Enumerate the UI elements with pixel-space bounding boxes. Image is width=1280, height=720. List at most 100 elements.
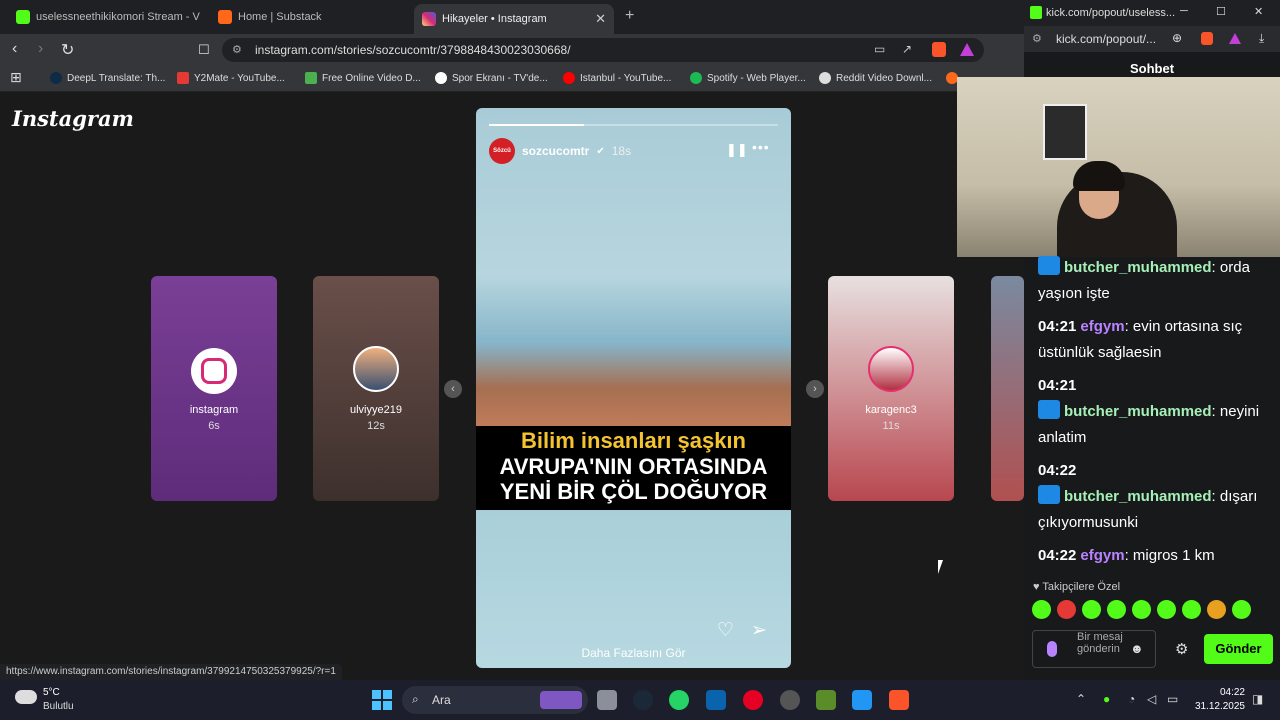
chat-username[interactable]: efgym [1080,318,1124,335]
app-icon[interactable] [780,690,800,710]
active-story[interactable]: Sözcü sozcucomtr ✔ 18s ❚❚ ••• Bilim insa… [476,108,791,668]
emote-icon[interactable] [1032,600,1051,619]
bookmark-icon[interactable]: ☐ [198,42,210,58]
microphone-icon[interactable] [1047,641,1057,657]
streamer-hair [1073,161,1125,191]
notification-bell-icon[interactable]: ◨ [1252,692,1263,706]
chat-username[interactable]: butcher_muhammed [1064,259,1212,276]
taskbar-search[interactable]: ⌕ Ara [402,686,588,714]
maximize-icon[interactable]: ☐ [1216,5,1226,18]
bookmark-y2mate[interactable]: Y2Mate - YouTube... [177,72,285,84]
status-bar-url: https://www.instagram.com/stories/instag… [0,664,342,680]
emote-bar [1032,600,1251,619]
clock-date[interactable]: 31.12.2025 [1190,701,1245,712]
brave-browser-icon[interactable] [889,690,909,710]
bookmark-deepl[interactable]: DeepL Translate: Th... [50,72,165,84]
outlook-icon[interactable] [706,690,726,710]
brave-rewards-icon[interactable] [1229,33,1241,44]
tab-title: Hikayeler • Instagram [442,13,547,25]
download-icon[interactable]: ⤓ [1259,31,1264,46]
task-view-icon[interactable] [597,690,617,710]
bookmark-spor-ekrani[interactable]: Spor Ekranı - TV'de... [435,72,548,84]
bookmark-istanbul-youtube[interactable]: Istanbul - YouTube... [563,72,671,84]
forward-arrow-icon[interactable]: › [38,40,43,58]
story-username[interactable]: sozcucomtr [522,144,589,158]
send-icon[interactable]: ➢ [751,619,767,642]
instagram-logo[interactable]: Instagram [12,106,134,131]
emote-icon[interactable] [1082,600,1101,619]
emote-icon[interactable] [1107,600,1126,619]
bookmark-spotify[interactable]: Spotify - Web Player... [690,72,806,84]
followers-only-label: ♥ Takipçilere Özel [1033,581,1121,593]
brave-shield-icon[interactable] [932,42,946,57]
see-more-link[interactable]: Daha Fazlasını Gör [476,646,791,660]
tab-kick-stream[interactable]: uselessneethikikomori Stream - V [8,4,203,30]
next-story-chevron-icon[interactable]: › [806,380,824,398]
pause-icon[interactable]: ❚❚ [726,142,748,158]
back-arrow-icon[interactable]: ‹ [12,40,17,58]
chat-username[interactable]: butcher_muhammed [1064,488,1212,505]
whatsapp-icon[interactable] [669,690,689,710]
story-preview-partial[interactable] [991,276,1024,501]
volume-icon[interactable]: ◁ [1147,692,1156,706]
chat-username[interactable]: butcher_muhammed [1064,403,1212,420]
browser-toolbar: ‹ › ↻ ☐ ⚙ instagram.com/stories/sozcucom… [0,34,1024,66]
brave-rewards-icon[interactable] [960,43,974,56]
story-user: instagram [189,404,239,416]
site-info-icon[interactable]: ⚙ [1032,32,1042,45]
share-icon[interactable]: ↗ [902,42,912,56]
battery-icon[interactable]: ▭ [1167,692,1178,706]
emoji-picker-icon[interactable]: ☻ [1130,641,1144,656]
emote-icon[interactable] [1132,600,1151,619]
story-preview-ulviyye219[interactable]: ulviyye219 12s [313,276,439,501]
tray-overflow-chevron-icon[interactable]: ⌃ [1076,692,1086,706]
story-avatar[interactable]: Sözcü [489,138,515,164]
popout-address-bar[interactable]: ⚙ kick.com/popout/... ⊕ ⤓ [1024,26,1280,52]
address-bar[interactable]: ⚙ instagram.com/stories/sozcucomtr/37988… [222,38,984,62]
wifi-icon[interactable]: ◔ [1128,692,1135,706]
chat-settings-gear-icon[interactable]: ⚙ [1175,640,1188,658]
bookmarks-bar: ⊞ DeepL Translate: Th... Y2Mate - YouTub… [0,66,1024,92]
cloud-weather-icon[interactable] [15,690,37,704]
heart-icon[interactable]: ♡ [717,619,734,642]
start-button-windows-icon[interactable] [372,690,392,710]
subscriber-badge-icon [1038,256,1060,275]
weather-temperature[interactable]: 5°C [43,687,60,698]
y2mate-icon [177,72,189,84]
brave-shield-icon[interactable] [1201,32,1213,45]
minecraft-icon[interactable] [816,690,836,710]
site-info-icon[interactable]: ⚙ [232,43,242,56]
close-window-icon[interactable]: ✕ [1254,5,1263,18]
tab-instagram[interactable]: Hikayeler • Instagram ✕ [414,4,614,34]
bookmark-reddit-downloader[interactable]: Reddit Video Downl... [819,72,932,84]
emote-icon[interactable] [1182,600,1201,619]
bookmark-video-downloader[interactable]: Free Online Video D... [305,72,421,84]
tab-substack[interactable]: Home | Substack [210,4,405,30]
pinterest-icon[interactable] [743,690,763,710]
cast-icon[interactable]: ▭ [874,42,885,56]
reload-icon[interactable]: ↻ [61,40,74,60]
more-options-icon[interactable]: ••• [752,139,770,155]
kick-chat-popout: kick.com/popout/useless... ─ ☐ ✕ ⚙ kick.… [957,0,1280,680]
weather-description[interactable]: Bulutlu [43,701,74,712]
clock-time[interactable]: 04:22 [1207,687,1245,698]
chat-username[interactable]: efgym [1080,547,1124,564]
previous-story-chevron-icon[interactable]: ‹ [444,380,462,398]
emote-icon[interactable] [1232,600,1251,619]
close-tab-icon[interactable]: ✕ [595,11,606,27]
emote-icon[interactable] [1057,600,1076,619]
send-button[interactable]: Gönder [1204,634,1273,664]
emote-icon[interactable] [1207,600,1226,619]
story-preview-karagenc3[interactable]: karagenc3 11s [828,276,954,501]
apps-grid-icon[interactable]: ⊞ [10,69,22,86]
avatar [353,346,399,392]
story-preview-instagram[interactable]: instagram 6s [151,276,277,501]
zoom-icon[interactable]: ⊕ [1172,31,1182,45]
steam-icon[interactable] [633,690,653,710]
emote-icon[interactable] [1157,600,1176,619]
minimize-icon[interactable]: ─ [1180,5,1188,17]
new-tab-icon[interactable]: + [625,7,634,25]
chat-message-input[interactable]: Bir mesaj gönderin ☻ [1032,630,1156,668]
notepad-icon[interactable] [852,690,872,710]
microphone-tray-icon[interactable]: ● [1103,692,1110,706]
